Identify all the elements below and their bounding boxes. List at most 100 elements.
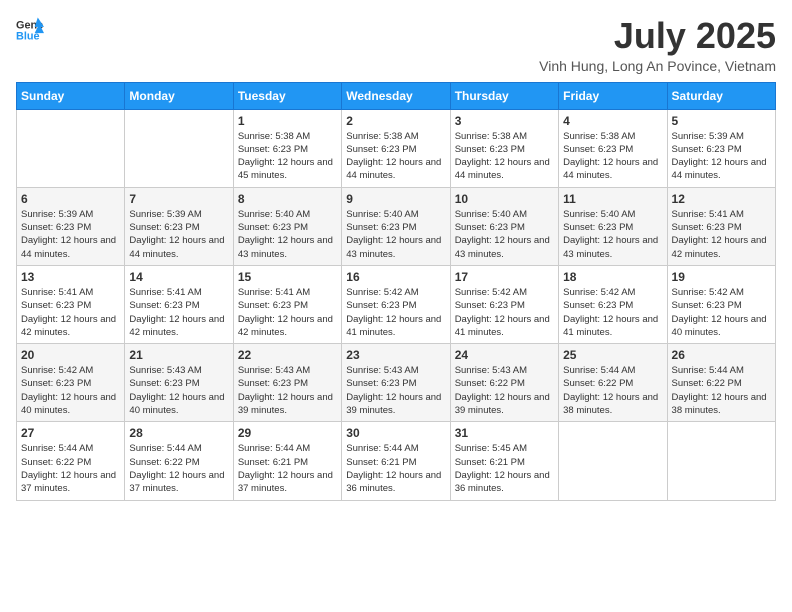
day-cell: 30 Sunrise: 5:44 AM Sunset: 6:21 PM Dayli… bbox=[342, 422, 450, 500]
weekday-header-row: SundayMondayTuesdayWednesdayThursdayFrid… bbox=[17, 82, 776, 109]
day-cell bbox=[125, 109, 233, 187]
day-number: 24 bbox=[455, 348, 554, 362]
day-number: 22 bbox=[238, 348, 337, 362]
day-number: 5 bbox=[672, 114, 771, 128]
day-info: Sunrise: 5:38 AM Sunset: 6:23 PM Dayligh… bbox=[346, 130, 445, 183]
day-info: Sunrise: 5:42 AM Sunset: 6:23 PM Dayligh… bbox=[563, 286, 662, 339]
day-info: Sunrise: 5:42 AM Sunset: 6:23 PM Dayligh… bbox=[672, 286, 771, 339]
day-number: 25 bbox=[563, 348, 662, 362]
day-cell: 17Sunrise: 5:42 AM Sunset: 6:23 PM Dayli… bbox=[450, 265, 558, 343]
day-number: 7 bbox=[129, 192, 228, 206]
day-cell bbox=[667, 422, 775, 500]
day-number: 12 bbox=[672, 192, 771, 206]
week-row-3: 13 Sunrise: 5:41 AM Sunset: 6:23 PM Dayli… bbox=[17, 265, 776, 343]
weekday-header-monday: Monday bbox=[125, 82, 233, 109]
day-number: 29 bbox=[238, 426, 337, 440]
calendar-table: SundayMondayTuesdayWednesdayThursdayFrid… bbox=[16, 82, 776, 501]
day-cell: 20 Sunrise: 5:42 AM Sunset: 6:23 PM Dayli… bbox=[17, 344, 125, 422]
day-cell: 4Sunrise: 5:38 AM Sunset: 6:23 PM Daylig… bbox=[559, 109, 667, 187]
day-cell: 10Sunrise: 5:40 AM Sunset: 6:23 PM Dayli… bbox=[450, 187, 558, 265]
week-row-2: 6 Sunrise: 5:39 AM Sunset: 6:23 PM Daylig… bbox=[17, 187, 776, 265]
day-cell: 9 Sunrise: 5:40 AM Sunset: 6:23 PM Daylig… bbox=[342, 187, 450, 265]
day-info: Sunrise: 5:44 AM Sunset: 6:22 PM Dayligh… bbox=[563, 364, 662, 417]
day-cell bbox=[17, 109, 125, 187]
day-number: 6 bbox=[21, 192, 120, 206]
day-cell: 11 Sunrise: 5:40 AM Sunset: 6:23 PM Dayli… bbox=[559, 187, 667, 265]
day-cell: 3Sunrise: 5:38 AM Sunset: 6:23 PM Daylig… bbox=[450, 109, 558, 187]
day-cell: 29 Sunrise: 5:44 AM Sunset: 6:21 PM Dayli… bbox=[233, 422, 341, 500]
day-number: 11 bbox=[563, 192, 662, 206]
day-cell: 21 Sunrise: 5:43 AM Sunset: 6:23 PM Dayli… bbox=[125, 344, 233, 422]
day-number: 21 bbox=[129, 348, 228, 362]
day-info: Sunrise: 5:43 AM Sunset: 6:23 PM Dayligh… bbox=[346, 364, 445, 417]
day-info: Sunrise: 5:40 AM Sunset: 6:23 PM Dayligh… bbox=[346, 208, 445, 261]
title-block: July 2025 Vinh Hung, Long An Povince, Vi… bbox=[539, 16, 776, 74]
day-info: Sunrise: 5:45 AM Sunset: 6:21 PM Dayligh… bbox=[455, 442, 554, 495]
day-info: Sunrise: 5:41 AM Sunset: 6:23 PM Dayligh… bbox=[129, 286, 228, 339]
weekday-header-wednesday: Wednesday bbox=[342, 82, 450, 109]
weekday-header-saturday: Saturday bbox=[667, 82, 775, 109]
day-info: Sunrise: 5:42 AM Sunset: 6:23 PM Dayligh… bbox=[346, 286, 445, 339]
day-info: Sunrise: 5:38 AM Sunset: 6:23 PM Dayligh… bbox=[238, 130, 337, 183]
day-number: 18 bbox=[563, 270, 662, 284]
day-cell: 31Sunrise: 5:45 AM Sunset: 6:21 PM Dayli… bbox=[450, 422, 558, 500]
day-info: Sunrise: 5:40 AM Sunset: 6:23 PM Dayligh… bbox=[563, 208, 662, 261]
day-number: 10 bbox=[455, 192, 554, 206]
day-info: Sunrise: 5:38 AM Sunset: 6:23 PM Dayligh… bbox=[563, 130, 662, 183]
day-number: 19 bbox=[672, 270, 771, 284]
day-cell: 16 Sunrise: 5:42 AM Sunset: 6:23 PM Dayli… bbox=[342, 265, 450, 343]
week-row-1: 1 Sunrise: 5:38 AM Sunset: 6:23 PM Daylig… bbox=[17, 109, 776, 187]
day-cell: 28 Sunrise: 5:44 AM Sunset: 6:22 PM Dayli… bbox=[125, 422, 233, 500]
day-number: 16 bbox=[346, 270, 445, 284]
day-info: Sunrise: 5:39 AM Sunset: 6:23 PM Dayligh… bbox=[21, 208, 120, 261]
day-info: Sunrise: 5:44 AM Sunset: 6:22 PM Dayligh… bbox=[129, 442, 228, 495]
day-cell: 23 Sunrise: 5:43 AM Sunset: 6:23 PM Dayli… bbox=[342, 344, 450, 422]
day-cell: 22 Sunrise: 5:43 AM Sunset: 6:23 PM Dayli… bbox=[233, 344, 341, 422]
day-info: Sunrise: 5:43 AM Sunset: 6:23 PM Dayligh… bbox=[238, 364, 337, 417]
day-cell: 26Sunrise: 5:44 AM Sunset: 6:22 PM Dayli… bbox=[667, 344, 775, 422]
day-number: 20 bbox=[21, 348, 120, 362]
day-number: 3 bbox=[455, 114, 554, 128]
day-info: Sunrise: 5:40 AM Sunset: 6:23 PM Dayligh… bbox=[238, 208, 337, 261]
day-number: 13 bbox=[21, 270, 120, 284]
day-info: Sunrise: 5:44 AM Sunset: 6:22 PM Dayligh… bbox=[21, 442, 120, 495]
day-cell: 13 Sunrise: 5:41 AM Sunset: 6:23 PM Dayli… bbox=[17, 265, 125, 343]
weekday-header-sunday: Sunday bbox=[17, 82, 125, 109]
day-info: Sunrise: 5:43 AM Sunset: 6:23 PM Dayligh… bbox=[129, 364, 228, 417]
day-cell: 5 Sunrise: 5:39 AM Sunset: 6:23 PM Daylig… bbox=[667, 109, 775, 187]
day-number: 26 bbox=[672, 348, 771, 362]
day-info: Sunrise: 5:44 AM Sunset: 6:21 PM Dayligh… bbox=[346, 442, 445, 495]
day-info: Sunrise: 5:41 AM Sunset: 6:23 PM Dayligh… bbox=[21, 286, 120, 339]
day-number: 2 bbox=[346, 114, 445, 128]
day-number: 17 bbox=[455, 270, 554, 284]
day-number: 23 bbox=[346, 348, 445, 362]
day-cell: 14 Sunrise: 5:41 AM Sunset: 6:23 PM Dayli… bbox=[125, 265, 233, 343]
day-info: Sunrise: 5:44 AM Sunset: 6:21 PM Dayligh… bbox=[238, 442, 337, 495]
logo-icon: General Blue bbox=[16, 16, 44, 44]
day-cell: 25 Sunrise: 5:44 AM Sunset: 6:22 PM Dayli… bbox=[559, 344, 667, 422]
day-cell: 8 Sunrise: 5:40 AM Sunset: 6:23 PM Daylig… bbox=[233, 187, 341, 265]
day-number: 1 bbox=[238, 114, 337, 128]
day-cell: 27Sunrise: 5:44 AM Sunset: 6:22 PM Dayli… bbox=[17, 422, 125, 500]
day-cell: 18 Sunrise: 5:42 AM Sunset: 6:23 PM Dayli… bbox=[559, 265, 667, 343]
weekday-header-thursday: Thursday bbox=[450, 82, 558, 109]
month-title: July 2025 bbox=[539, 16, 776, 56]
weekday-header-friday: Friday bbox=[559, 82, 667, 109]
day-cell: 6 Sunrise: 5:39 AM Sunset: 6:23 PM Daylig… bbox=[17, 187, 125, 265]
day-number: 15 bbox=[238, 270, 337, 284]
day-info: Sunrise: 5:39 AM Sunset: 6:23 PM Dayligh… bbox=[129, 208, 228, 261]
day-number: 28 bbox=[129, 426, 228, 440]
week-row-4: 20 Sunrise: 5:42 AM Sunset: 6:23 PM Dayli… bbox=[17, 344, 776, 422]
week-row-5: 27Sunrise: 5:44 AM Sunset: 6:22 PM Dayli… bbox=[17, 422, 776, 500]
day-number: 30 bbox=[346, 426, 445, 440]
day-cell: 1 Sunrise: 5:38 AM Sunset: 6:23 PM Daylig… bbox=[233, 109, 341, 187]
day-cell: 7 Sunrise: 5:39 AM Sunset: 6:23 PM Daylig… bbox=[125, 187, 233, 265]
day-info: Sunrise: 5:39 AM Sunset: 6:23 PM Dayligh… bbox=[672, 130, 771, 183]
logo: General Blue bbox=[16, 16, 44, 44]
day-info: Sunrise: 5:42 AM Sunset: 6:23 PM Dayligh… bbox=[21, 364, 120, 417]
day-cell: 2 Sunrise: 5:38 AM Sunset: 6:23 PM Daylig… bbox=[342, 109, 450, 187]
day-number: 8 bbox=[238, 192, 337, 206]
day-number: 9 bbox=[346, 192, 445, 206]
day-number: 14 bbox=[129, 270, 228, 284]
day-cell: 12Sunrise: 5:41 AM Sunset: 6:23 PM Dayli… bbox=[667, 187, 775, 265]
